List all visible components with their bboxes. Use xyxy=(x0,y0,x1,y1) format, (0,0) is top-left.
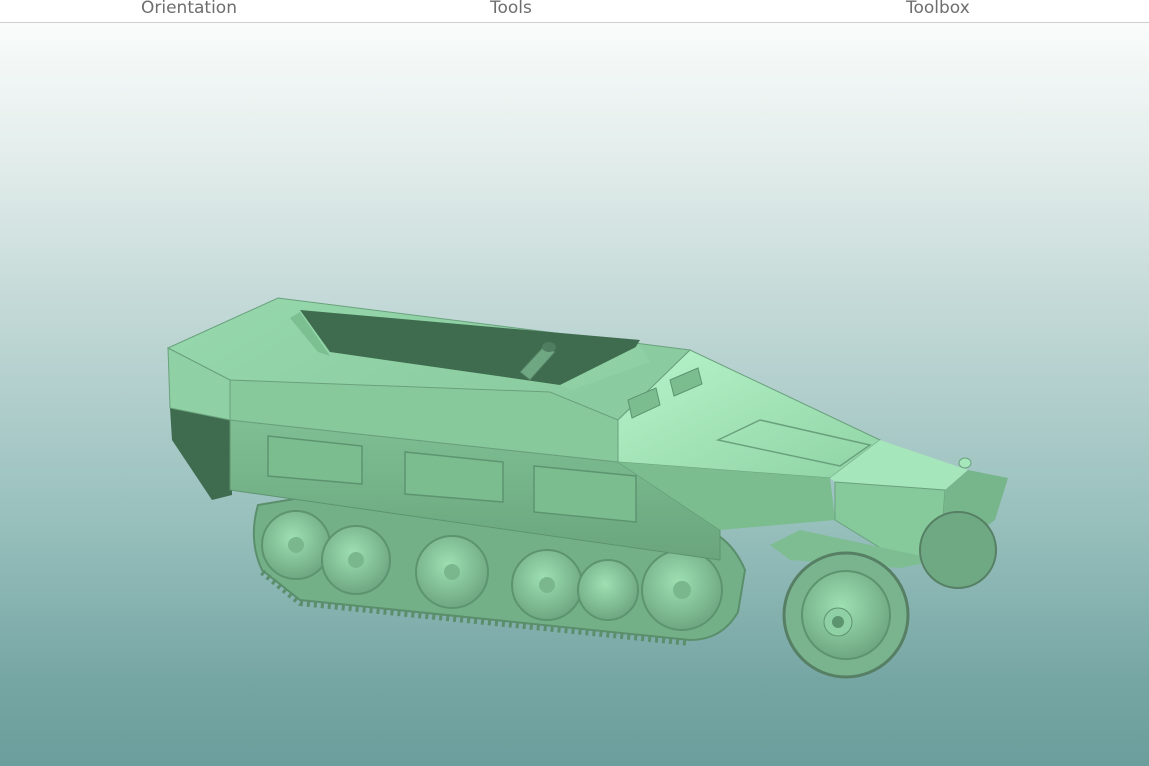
menu-tools[interactable]: Tools xyxy=(490,0,532,19)
menu-toolbox[interactable]: Toolbox xyxy=(906,0,970,19)
3d-viewport[interactable]: Orientation Tools Toolbox xyxy=(0,0,1149,766)
halftrack-model[interactable] xyxy=(0,0,1149,766)
menu-bar: Orientation Tools Toolbox xyxy=(0,0,1149,23)
menu-orientation[interactable]: Orientation xyxy=(141,0,237,19)
